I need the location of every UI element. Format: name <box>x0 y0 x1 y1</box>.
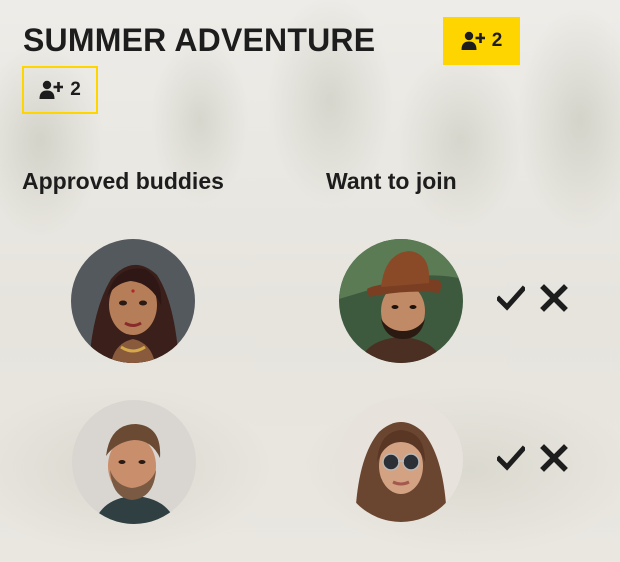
decline-request-button[interactable] <box>540 444 568 472</box>
join-request-avatar[interactable] <box>339 239 463 363</box>
approved-count: 2 <box>491 30 503 51</box>
accept-request-button[interactable] <box>497 444 525 472</box>
join-request-avatar[interactable] <box>339 398 463 522</box>
requests-count: 2 <box>70 79 81 100</box>
requests-count-badge[interactable]: 2 <box>22 66 98 114</box>
approved-buddy-avatar[interactable] <box>72 400 196 524</box>
close-icon <box>540 444 568 472</box>
want-to-join-heading: Want to join <box>326 168 457 194</box>
accept-request-button[interactable] <box>497 284 525 312</box>
close-icon <box>540 284 568 312</box>
approved-buddies-heading: Approved buddies <box>22 168 224 194</box>
approved-buddy-avatar[interactable] <box>71 239 195 363</box>
check-icon <box>497 284 525 312</box>
approved-count-badge[interactable]: 2 <box>443 17 520 65</box>
user-plus-icon <box>39 80 64 100</box>
decline-request-button[interactable] <box>540 284 568 312</box>
trip-title: SUMMER ADVENTURE <box>23 22 376 58</box>
user-plus-icon <box>461 31 485 51</box>
check-icon <box>497 444 525 472</box>
